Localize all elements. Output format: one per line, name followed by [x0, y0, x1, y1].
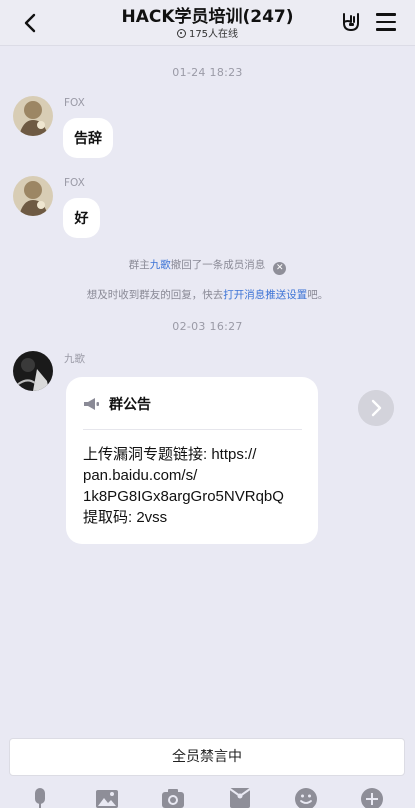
timestamp: 01-24 18:23 — [172, 66, 243, 79]
sender-name: FOX — [64, 97, 85, 109]
menu-icon[interactable] — [376, 13, 396, 31]
rock-hand-icon[interactable] — [340, 11, 362, 33]
recall-notice: 群主九歌撤回了一条成员消息 ✕ — [0, 257, 415, 275]
push-tip: 想及时收到群友的回复，快去打开消息推送设置吧。 — [86, 289, 329, 301]
divider — [83, 429, 302, 430]
microphone-icon[interactable] — [27, 784, 53, 808]
announcement-title: 群公告 — [109, 397, 151, 413]
announcement-header: 群公告 — [83, 394, 151, 414]
message-bubble[interactable]: 告辞 — [63, 118, 113, 158]
owner-link[interactable]: 九歌 — [150, 259, 171, 271]
chat-title: HACK学员培训(247) — [121, 7, 294, 27]
camera-icon[interactable] — [160, 784, 186, 808]
chat-header: HACK学员培训(247) 175人在线 — [0, 0, 415, 46]
announcement-card[interactable]: 群公告 上传漏洞专题链接: https:// pan.baidu.com/s/ … — [66, 377, 318, 544]
sender-name: 九歌 — [64, 353, 85, 365]
avatar[interactable] — [13, 96, 53, 136]
forward-icon[interactable] — [358, 390, 394, 426]
online-count: 175人在线 — [70, 29, 345, 41]
plus-icon[interactable] — [359, 784, 385, 808]
emoji-icon[interactable] — [293, 784, 319, 808]
mute-banner: 全员禁言中 — [9, 738, 405, 776]
push-settings-link[interactable]: 打开消息推送设置 — [223, 289, 307, 301]
online-icon — [176, 29, 186, 38]
avatar[interactable] — [13, 351, 53, 391]
avatar[interactable] — [13, 176, 53, 216]
input-toolbar — [0, 784, 415, 808]
title-area[interactable]: HACK学员培训(247) 175人在线 — [70, 6, 345, 41]
image-icon[interactable] — [94, 784, 120, 808]
sender-name: FOX — [64, 177, 85, 189]
red-packet-icon[interactable] — [227, 784, 253, 808]
message-bubble[interactable]: 好 — [63, 198, 100, 238]
megaphone-icon — [84, 398, 99, 410]
close-icon[interactable]: ✕ — [273, 262, 287, 275]
back-icon[interactable] — [18, 9, 44, 37]
announcement-body: 上传漏洞专题链接: https:// pan.baidu.com/s/ 1k8P… — [83, 446, 284, 526]
timestamp: 02-03 16:27 — [172, 320, 243, 333]
